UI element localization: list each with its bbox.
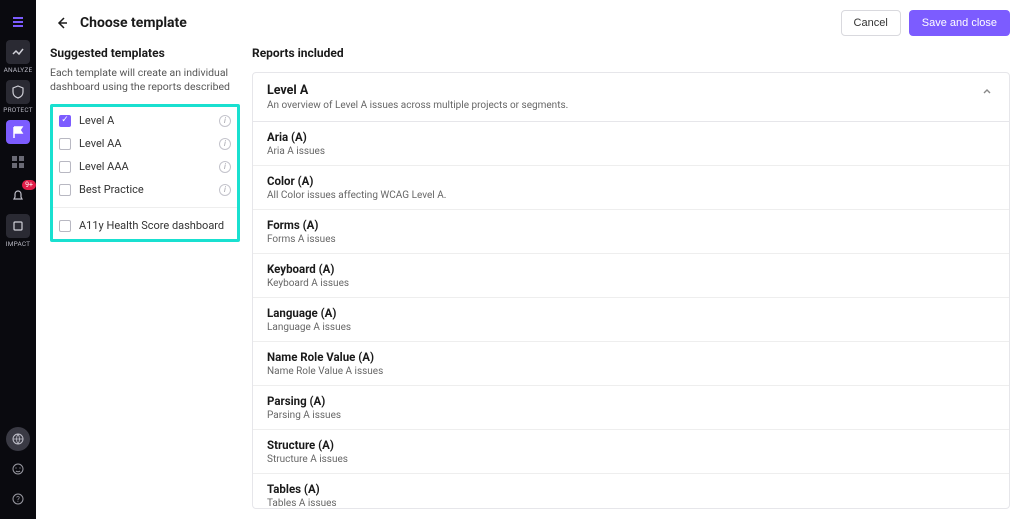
report-item[interactable]: Aria (A) Aria A issues [253,122,1009,166]
report-name: Color (A) [267,174,995,188]
template-label: Level AA [79,137,219,150]
sidebar-item-notifications[interactable]: 9+ [4,184,32,208]
arrow-left-icon [55,16,69,30]
grid-icon [6,150,30,174]
reports-heading: Reports included [252,46,1010,60]
sidebar-item-analyze[interactable]: ANALYZE [4,40,32,74]
report-item[interactable]: Keyboard (A) Keyboard A issues [253,254,1009,298]
flag-icon [6,120,30,144]
reports-panel: Reports included Level A An overview of … [252,46,1010,509]
report-name: Keyboard (A) [267,262,995,276]
sidebar-item-grid[interactable] [4,150,32,174]
save-and-close-button[interactable]: Save and close [909,10,1010,36]
sidebar-label: ANALYZE [4,66,33,74]
info-icon[interactable]: i [219,138,231,150]
report-name: Tables (A) [267,482,995,496]
chevron-up-icon[interactable] [979,83,995,99]
report-name: Language (A) [267,306,995,320]
report-item[interactable]: Tables (A) Tables A issues [253,474,1009,509]
sidebar-item-help[interactable]: ? [4,487,32,511]
report-desc: Name Role Value A issues [267,366,995,377]
info-icon[interactable]: i [219,161,231,173]
template-row-a11y[interactable]: A11y Health Score dashboard [53,214,237,237]
template-row[interactable]: Level AA i [53,132,237,155]
protect-icon [6,80,30,104]
info-icon[interactable]: i [219,115,231,127]
report-item[interactable]: Color (A) All Color issues affecting WCAG… [253,166,1009,210]
template-row[interactable]: Level A i [53,109,237,132]
report-item[interactable]: Structure (A) Structure A issues [253,430,1009,474]
template-row[interactable]: Level AAA i [53,155,237,178]
report-desc: Structure A issues [267,454,995,465]
face-icon [6,457,30,481]
report-name: Aria (A) [267,130,995,144]
main-content: Choose template Cancel Save and close Su… [36,0,1024,519]
notification-badge: 9+ [22,180,36,190]
cancel-button[interactable]: Cancel [841,10,901,36]
reports-group-subtitle: An overview of Level A issues across mul… [267,100,568,111]
template-label: Level A [79,114,219,127]
svg-text:?: ? [16,495,20,504]
report-item[interactable]: Forms (A) Forms A issues [253,210,1009,254]
report-desc: Forms A issues [267,234,995,245]
templates-list: Level A i Level AA i Level AAA i Best Pr… [50,104,240,242]
report-desc: Keyboard A issues [267,278,995,289]
checkbox[interactable] [59,161,71,173]
checkbox[interactable] [59,138,71,150]
sidebar-label: PROTECT [3,106,32,114]
checkbox[interactable] [59,220,71,232]
report-desc: Parsing A issues [267,410,995,421]
checkbox[interactable] [59,115,71,127]
template-label: Best Practice [79,183,219,196]
info-icon[interactable]: i [219,184,231,196]
sidebar-item-protect[interactable]: PROTECT [4,80,32,114]
reports-group-title: Level A [267,83,568,98]
report-item[interactable]: Parsing (A) Parsing A issues [253,386,1009,430]
report-desc: All Color issues affecting WCAG Level A. [267,190,995,201]
templates-panel: Suggested templates Each template will c… [50,46,240,509]
report-name: Forms (A) [267,218,995,232]
sidebar-item-logo[interactable] [4,10,32,34]
sidebar-item-face[interactable] [4,457,32,481]
globe-icon [6,427,30,451]
impact-icon [6,214,30,238]
report-name: Parsing (A) [267,394,995,408]
report-desc: Language A issues [267,322,995,333]
reports-group-header[interactable]: Level A An overview of Level A issues ac… [253,73,1009,122]
sidebar-label: IMPACT [6,240,31,248]
sidebar-item-flag[interactable] [4,120,32,144]
sidebar-item-impact[interactable]: IMPACT [4,214,32,248]
report-desc: Tables A issues [267,498,995,509]
report-item[interactable]: Name Role Value (A) Name Role Value A iss… [253,342,1009,386]
template-label: A11y Health Score dashboard [79,219,231,232]
report-item[interactable]: Language (A) Language A issues [253,298,1009,342]
analyze-icon [6,40,30,64]
page-title: Choose template [80,15,187,31]
report-name: Structure (A) [267,438,995,452]
report-desc: Aria A issues [267,146,995,157]
sidebar-item-globe[interactable] [4,427,32,451]
templates-description: Each template will create an individual … [50,66,240,94]
template-row[interactable]: Best Practice i [53,178,237,201]
app-sidebar: ANALYZE PROTECT 9+ IMPACT [0,0,36,519]
logo-icon [6,10,30,34]
reports-list[interactable]: Level A An overview of Level A issues ac… [252,72,1010,509]
back-button[interactable] [50,11,74,35]
report-name: Name Role Value (A) [267,350,995,364]
templates-heading: Suggested templates [50,46,240,60]
template-label: Level AAA [79,160,219,173]
checkbox[interactable] [59,184,71,196]
help-icon: ? [6,487,30,511]
page-header: Choose template Cancel Save and close [36,0,1024,46]
